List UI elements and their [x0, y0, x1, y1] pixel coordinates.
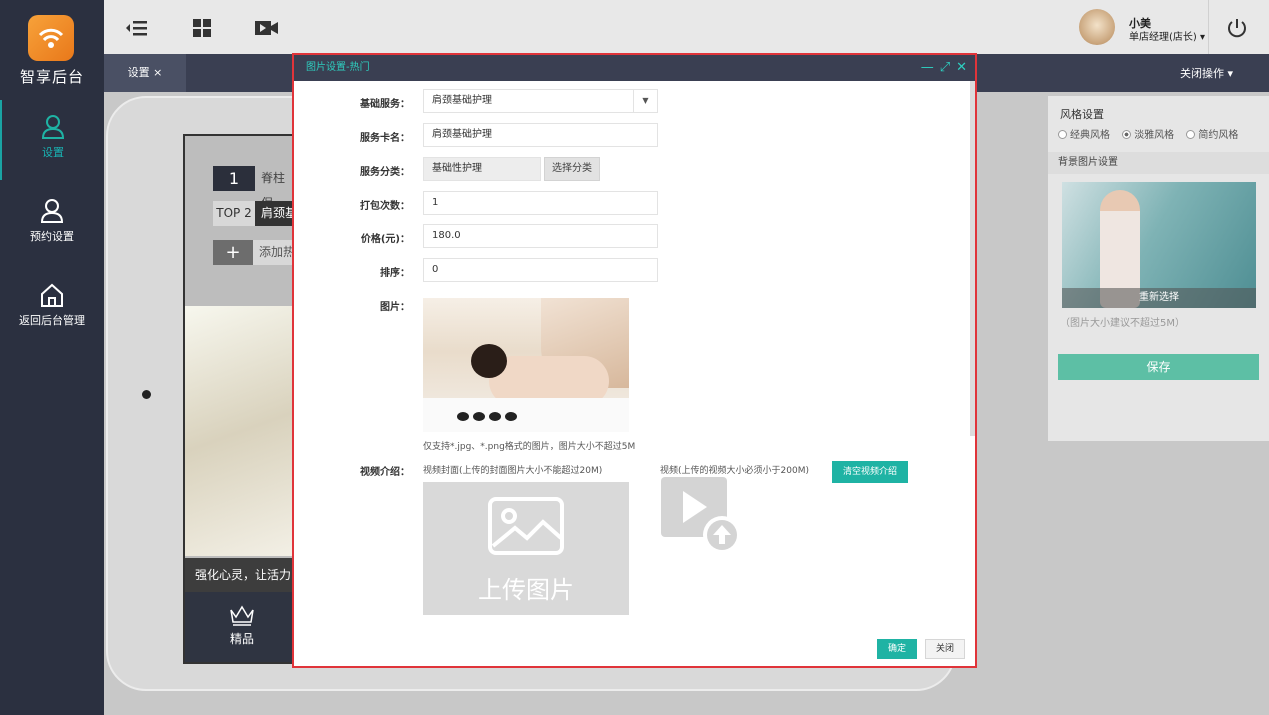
category-input[interactable]: 基础性护理	[423, 157, 541, 181]
modal-controls: — ⤢ ✕	[915, 55, 967, 81]
minimize-icon[interactable]: —	[921, 60, 934, 75]
sort-input[interactable]: 0	[423, 258, 658, 282]
user-menu[interactable]: 小美 单店经理(店长) ▾	[1079, 8, 1209, 48]
price-label: 价格(元)：	[360, 234, 410, 245]
crown-icon	[230, 605, 254, 626]
hot-rank-2: TOP 2	[213, 201, 255, 226]
chevron-down-icon: ▼	[633, 90, 657, 112]
base-service-select[interactable]: 肩颈基础护理 ▼	[423, 89, 658, 113]
card-name-label: 服务卡名：	[360, 133, 410, 144]
sidebar-item-label: 设置	[42, 146, 64, 159]
reselect-button[interactable]: 重新选择	[1062, 288, 1256, 308]
divider	[1208, 0, 1209, 54]
sidebar-item-booking[interactable]: 预约设置	[0, 184, 104, 264]
upload-video-icon[interactable]	[661, 477, 745, 557]
bg-image-preview[interactable]: 重新选择	[1062, 182, 1256, 308]
topbar: 小美 单店经理(店长) ▾	[104, 0, 1269, 54]
confirm-button[interactable]: 确定	[877, 639, 917, 659]
brand-name: 智享后台	[19, 68, 84, 86]
radio-simple[interactable]: 简约风格	[1186, 130, 1238, 141]
user-icon	[41, 115, 65, 139]
sidebar-item-settings[interactable]: 设置	[0, 100, 104, 180]
pack-count-input[interactable]: 1	[423, 191, 658, 215]
video-size-hint: 视频(上传的视频大小必须小于200M)	[660, 466, 809, 476]
avatar	[1079, 9, 1115, 45]
style-settings-title: 风格设置	[1060, 108, 1104, 121]
sidebar-item-label: 预约设置	[30, 230, 74, 243]
radio-icon	[1122, 130, 1132, 139]
style-radio-group: 经典风格 淡雅风格 简约风格	[1058, 126, 1247, 141]
category-label: 服务分类：	[360, 167, 410, 178]
choose-category-button[interactable]: 选择分类	[544, 157, 600, 181]
hot-stones	[457, 410, 527, 422]
style-settings-panel: 风格设置 经典风格 淡雅风格 简约风格 背景图片设置 重新选择 （图片大小建议不…	[1048, 96, 1269, 441]
image-label: 图片：	[380, 302, 410, 313]
radio-icon	[1186, 130, 1196, 139]
hot-item-1[interactable]: 脊柱保	[255, 166, 295, 210]
modal-body: 基础服务： 肩颈基础护理 ▼ 服务卡名： 肩颈基础护理 服务分类： 基础性护理 …	[294, 81, 975, 666]
hot-rank-1: 1	[213, 166, 255, 191]
radio-classic[interactable]: 经典风格	[1058, 130, 1110, 141]
spa-image	[185, 306, 299, 556]
cover-hint: 视频封面(上传的封面图片大小不能超过20M)	[423, 466, 603, 476]
image-format-hint: 仅支持*.jpg、*.png格式的图片，图片大小不超过5M	[423, 442, 636, 452]
price-input[interactable]: 180.0	[423, 224, 658, 248]
radio-icon	[1058, 130, 1067, 139]
bottom-nav-featured[interactable]: 精品	[185, 592, 299, 662]
card-name-input[interactable]: 肩颈基础护理	[423, 123, 658, 147]
close-button[interactable]: 关闭	[925, 639, 965, 659]
base-service-value: 肩颈基础护理	[432, 95, 492, 106]
save-button[interactable]: 保存	[1058, 354, 1259, 380]
modal-title: 图片设置-热门	[306, 62, 370, 73]
pack-count-label: 打包次数：	[360, 201, 410, 212]
home-icon	[41, 283, 63, 307]
user-role: 单店经理(店长) ▾	[1129, 32, 1206, 43]
sidebar-item-back-admin[interactable]: 返回后台管理	[0, 268, 104, 348]
video-label: 视频介绍：	[360, 467, 410, 478]
bg-image-title: 背景图片设置	[1048, 152, 1269, 174]
image-icon	[488, 497, 564, 555]
slogan: 强化心灵，让活力	[185, 558, 299, 592]
logo: 智享后台	[0, 0, 104, 92]
collapse-menu-icon[interactable]	[122, 14, 150, 42]
image-size-hint: （图片大小建议不超过5M）	[1060, 318, 1185, 329]
radio-elegant[interactable]: 淡雅风格	[1122, 130, 1174, 141]
add-hot-button[interactable]: 添加热	[253, 240, 297, 265]
wifi-logo-icon	[28, 15, 74, 61]
client-head	[471, 344, 507, 378]
sidebar-item-label: 返回后台管理	[19, 314, 85, 327]
grid-icon[interactable]	[188, 14, 216, 42]
sidebar: 智享后台 设置 预约设置 返回后台管理	[0, 0, 104, 715]
tab-settings[interactable]: 设置 ×	[104, 54, 186, 92]
scrollbar[interactable]	[970, 81, 975, 436]
video-camera-icon[interactable]	[252, 14, 280, 42]
maximize-icon[interactable]: ⤢	[940, 60, 950, 75]
upload-cover-button[interactable]: 上传图片	[423, 482, 629, 615]
user-icon	[40, 199, 64, 223]
tablet-camera	[142, 390, 151, 399]
upload-image-label: 上传图片	[478, 576, 574, 604]
sort-label: 排序：	[380, 268, 410, 279]
service-image[interactable]	[423, 298, 629, 432]
close-icon[interactable]: ✕	[956, 60, 967, 75]
modal-header: 图片设置-热门 — ⤢ ✕	[294, 55, 975, 81]
base-service-label: 基础服务：	[360, 99, 410, 110]
add-hot-icon[interactable]: +	[213, 240, 253, 265]
close-operations-dropdown[interactable]: 关闭操作 ▾	[1180, 54, 1233, 94]
clear-video-button[interactable]: 清空视频介绍	[832, 461, 908, 483]
image-settings-modal: 图片设置-热门 — ⤢ ✕ 基础服务： 肩颈基础护理 ▼ 服务卡名： 肩颈基础护理 …	[292, 53, 977, 668]
power-icon[interactable]	[1225, 16, 1249, 40]
bottom-nav-label: 精品	[229, 632, 254, 646]
